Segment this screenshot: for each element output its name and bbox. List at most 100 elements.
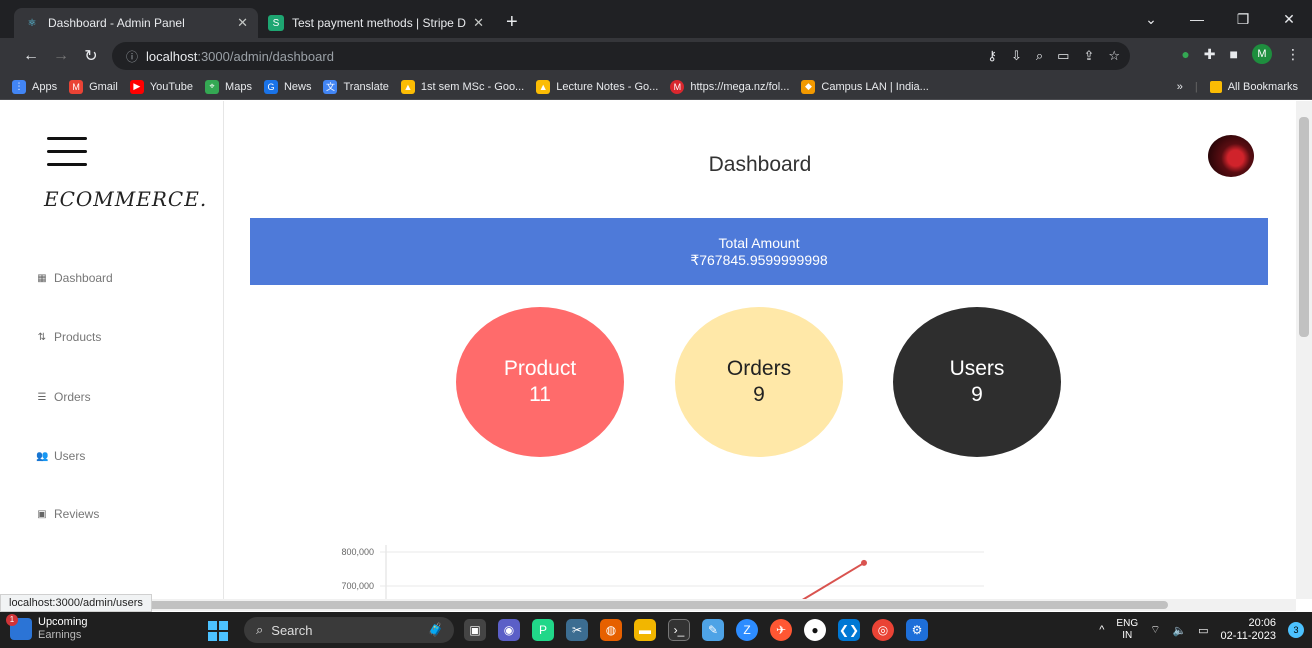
horizontal-scrollbar[interactable] [0, 599, 1296, 611]
sidebar-item-label: Orders [54, 390, 91, 404]
sidebar-item-products[interactable]: ⇅ Products [36, 330, 102, 344]
clock[interactable]: 20:06 02-11-2023 [1221, 617, 1276, 643]
language-indicator[interactable]: ENG IN [1116, 618, 1138, 642]
terminal-icon[interactable]: ›_ [668, 619, 690, 641]
wifi-icon[interactable]: ⌔ [1150, 623, 1160, 637]
vertical-scrollbar[interactable] [1296, 101, 1312, 599]
drive-icon: ▲ [400, 79, 415, 94]
list-icon: ☰ [37, 391, 47, 403]
bookmark-apps[interactable]: ⋮ Apps [12, 79, 57, 94]
bookmark-mega[interactable]: Mhttps://mega.nz/fol... [670, 79, 790, 94]
sales-line-chart: 800,000 700,000 [341, 545, 984, 599]
sidebar-item-label: Users [54, 449, 86, 463]
install-icon[interactable]: ⇩ [1011, 48, 1022, 64]
brand-logo[interactable]: ECOMMERCE. [44, 187, 207, 211]
hamburger-menu-icon[interactable] [47, 137, 87, 167]
bookmark-news[interactable]: G News [263, 79, 311, 94]
screen: ⚛ Dashboard - Admin Panel ✕ S Test payme… [0, 0, 1312, 648]
forward-button[interactable]: → [46, 47, 76, 65]
windows-taskbar: 1 Upcoming Earnings ⌕ Search 🧳 ▣ ◉ P ✂ ◍… [0, 612, 1312, 648]
bookmark-campus-lan[interactable]: ◆ Campus LAN | India... [801, 79, 929, 94]
bookmark-label: YouTube [149, 80, 194, 93]
system-tray: ^ ENG IN ⌔ 🔈 ▭ 20:06 02-11-2023 3 [1099, 612, 1304, 648]
minimize-button[interactable]: — [1174, 11, 1220, 27]
new-tab-button[interactable]: + [506, 12, 518, 32]
bookmark-label: https://mega.nz/fol... [690, 80, 790, 93]
bookmark-drive-2[interactable]: ▲ Lecture Notes - Go... [536, 79, 658, 94]
sidebar-item-users[interactable]: 👥 Users [36, 449, 85, 463]
tab-dashboard[interactable]: ⚛ Dashboard - Admin Panel ✕ [14, 8, 258, 38]
scroll-thumb[interactable] [1299, 117, 1309, 337]
reload-button[interactable]: ↻ [76, 46, 106, 66]
chevron-up-icon[interactable]: ^ [1099, 624, 1104, 636]
star-icon[interactable]: ☆ [1108, 48, 1120, 64]
bookmark-maps[interactable]: ⌖ Maps [205, 79, 252, 94]
chevron-down-icon[interactable]: ⌄ [1128, 11, 1174, 28]
stat-label: Product [503, 357, 577, 380]
key-icon[interactable]: ⚷ [987, 48, 997, 64]
profile-avatar[interactable]: M [1252, 44, 1272, 64]
more-bookmarks-icon[interactable]: » [1177, 81, 1183, 93]
sidebar-item-dashboard[interactable]: ▦ Dashboard [36, 271, 112, 285]
bookmark-gmail[interactable]: M Gmail [69, 79, 118, 94]
scroll-thumb[interactable] [12, 601, 1168, 609]
sidepanel-icon[interactable]: ■ [1230, 46, 1238, 62]
widget-title: Upcoming [38, 616, 88, 628]
search-placeholder: Search [271, 622, 313, 638]
all-bookmarks[interactable]: All Bookmarks [1209, 81, 1298, 93]
notification-badge[interactable]: 3 [1288, 622, 1304, 638]
data-point[interactable] [861, 559, 867, 566]
menu-icon[interactable]: ⋮ [1286, 46, 1300, 63]
restore-button[interactable]: ❐ [1220, 11, 1266, 28]
browser-tab-bar: ⚛ Dashboard - Admin Panel ✕ S Test payme… [0, 0, 1312, 38]
zoom-icon[interactable]: ⌕ [1036, 48, 1043, 64]
pycharm-icon[interactable]: P [532, 619, 554, 641]
share-icon[interactable]: ⇪ [1083, 48, 1094, 64]
vscode-icon[interactable]: ❮❯ [838, 619, 860, 641]
grid-icon: ▦ [37, 272, 47, 284]
stripe-icon: S [268, 15, 284, 31]
battery-icon[interactable]: ▭ [1198, 624, 1208, 637]
bookmarks-bar: ⋮ Apps M Gmail ▶ YouTube ⌖ Maps G News 文 Trans… [0, 74, 1312, 100]
bookmark-drive-1[interactable]: ▲ 1st sem MSc - Goo... [400, 79, 525, 94]
bookmark-youtube[interactable]: ▶ YouTube [129, 79, 194, 94]
close-icon[interactable]: ✕ [473, 15, 484, 31]
reader-icon[interactable]: ▭ [1057, 48, 1069, 64]
tab-stripe[interactable]: S Test payment methods | Stripe D ✕ [258, 8, 494, 38]
snipping-icon[interactable]: ✂ [566, 619, 588, 641]
close-icon[interactable]: ✕ [237, 15, 248, 31]
user-avatar[interactable] [1208, 135, 1254, 177]
sidebar-item-reviews[interactable]: ▣ Reviews [36, 507, 99, 521]
bookmark-label: 1st sem MSc - Goo... [420, 80, 525, 93]
info-icon[interactable]: ⓘ [126, 48, 138, 65]
sidebar: ECOMMERCE. ▦ Dashboard ⇅ Products ☰ Orde… [0, 101, 224, 599]
file-explorer-icon[interactable]: ▬ [634, 619, 656, 641]
orders-count-circle[interactable]: Orders 9 [675, 307, 843, 457]
extension-icon[interactable]: ● [1181, 46, 1189, 62]
postman-icon[interactable]: ✈ [770, 619, 792, 641]
back-button[interactable]: ← [16, 47, 46, 65]
chrome-icon[interactable]: ◎ [872, 619, 894, 641]
puzzle-icon[interactable]: ✚ [1204, 46, 1216, 63]
task-view-icon[interactable]: ▣ [464, 619, 486, 641]
products-icon: ⇅ [37, 331, 47, 343]
taskbar-search[interactable]: ⌕ Search 🧳 [244, 617, 454, 643]
volume-icon[interactable]: 🔈 [1172, 624, 1186, 637]
users-count-circle[interactable]: Users 9 [893, 307, 1061, 457]
widgets-icon: 1 [6, 614, 32, 640]
firefox-icon[interactable]: ◍ [600, 619, 622, 641]
address-bar[interactable]: ⓘ localhost :3000/admin/dashboard ⚷ ⇩ ⌕ … [112, 42, 1130, 70]
pc-settings-icon[interactable]: ⚙ [906, 619, 928, 641]
y-tick-label: 800,000 [341, 547, 374, 557]
windows-start-icon[interactable] [208, 621, 228, 641]
meet-icon[interactable]: ◉ [498, 619, 520, 641]
close-window-button[interactable]: ✕ [1266, 11, 1312, 28]
sidebar-item-orders[interactable]: ☰ Orders [36, 390, 91, 404]
github-icon[interactable]: ● [804, 619, 826, 641]
paint-icon[interactable]: ✎ [702, 619, 724, 641]
product-count-circle[interactable]: Product 11 [456, 307, 624, 457]
widgets-button[interactable]: 1 Upcoming Earnings [6, 614, 88, 642]
series-line [802, 562, 865, 599]
zoom-app-icon[interactable]: Z [736, 619, 758, 641]
bookmark-translate[interactable]: 文 Translate [323, 79, 389, 94]
